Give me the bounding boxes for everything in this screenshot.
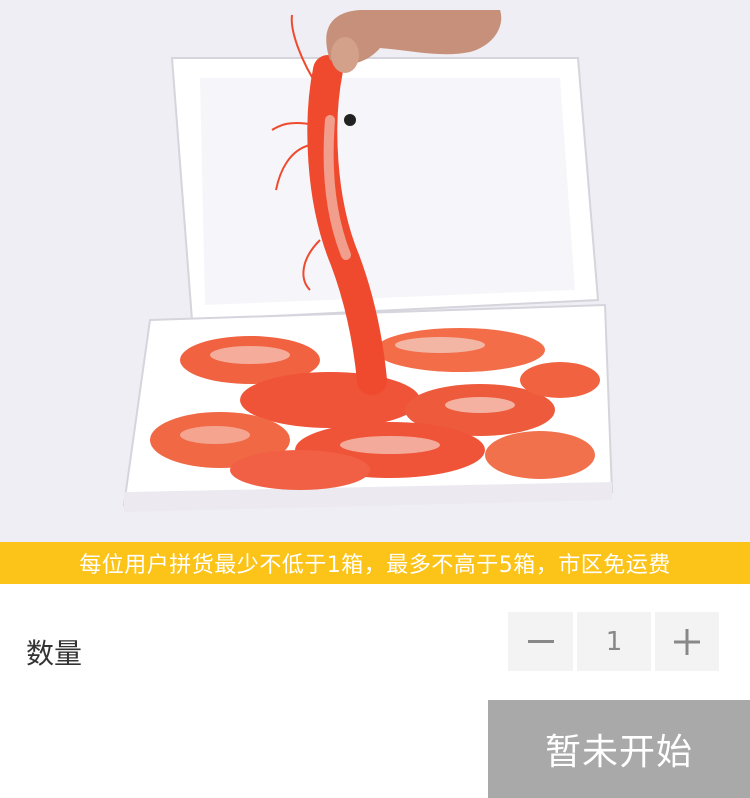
decrease-button[interactable]	[508, 612, 573, 671]
minus-icon	[527, 639, 554, 643]
quantity-row: 数量 1	[0, 584, 750, 700]
plus-icon	[674, 628, 700, 655]
product-image	[0, 0, 750, 542]
bottom-action-bar: 暂未开始	[0, 700, 750, 798]
increase-button[interactable]	[655, 612, 719, 671]
purchase-limit-notice: 每位用户拼货最少不低于1箱，最多不高于5箱，市区免运费	[0, 542, 750, 584]
quantity-value[interactable]: 1	[577, 612, 651, 671]
not-started-button[interactable]: 暂未开始	[488, 700, 750, 798]
quantity-label: 数量	[26, 637, 83, 670]
shrimp-box-illustration	[122, 10, 614, 512]
